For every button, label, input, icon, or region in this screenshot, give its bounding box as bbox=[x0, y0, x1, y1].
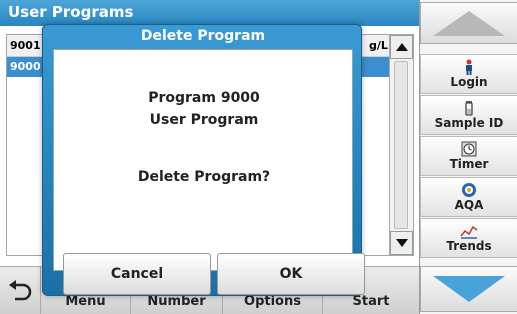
aqa-label: AQA bbox=[454, 198, 484, 212]
list-item-number: 9000 bbox=[10, 60, 41, 73]
scroll-down-button[interactable] bbox=[390, 231, 413, 255]
trends-button[interactable]: Trends bbox=[420, 218, 517, 258]
sample-id-label: Sample ID bbox=[434, 116, 504, 130]
arrow-up-icon bbox=[395, 43, 408, 51]
page-title: User Programs bbox=[8, 3, 134, 21]
aqa-button[interactable]: AQA bbox=[420, 177, 517, 217]
timer-button[interactable]: Timer bbox=[420, 136, 517, 176]
delete-program-dialog: Delete Program Program 9000 User Program… bbox=[42, 24, 365, 296]
dialog-program-number: Program 9000 bbox=[148, 90, 260, 106]
list-header-unit: g/L bbox=[369, 39, 388, 52]
person-icon bbox=[463, 59, 475, 75]
vial-icon bbox=[463, 100, 475, 116]
login-label: Login bbox=[450, 75, 488, 89]
sidebar: Login Sample ID Timer AQA Trends bbox=[419, 0, 517, 314]
arrow-down-icon bbox=[395, 239, 408, 247]
ok-button[interactable]: OK bbox=[217, 253, 365, 295]
scroll-track[interactable] bbox=[394, 61, 408, 229]
trends-label: Trends bbox=[446, 239, 492, 253]
aqa-icon bbox=[461, 182, 477, 198]
list-header-number: 9001 bbox=[10, 39, 41, 52]
triangle-up-icon bbox=[433, 11, 505, 36]
scroll-up-button[interactable] bbox=[390, 35, 413, 59]
sample-id-button[interactable]: Sample ID bbox=[420, 95, 517, 135]
nav-up-button[interactable] bbox=[420, 2, 517, 44]
cancel-button[interactable]: Cancel bbox=[63, 253, 211, 295]
title-bar: User Programs bbox=[0, 0, 419, 26]
dialog-title: Delete Program bbox=[140, 28, 266, 44]
dialog-body: Program 9000 User Program Delete Program… bbox=[53, 49, 353, 271]
timer-label: Timer bbox=[449, 157, 489, 171]
triangle-down-icon bbox=[433, 276, 505, 302]
back-arrow-icon bbox=[9, 280, 32, 301]
scrollbar[interactable] bbox=[389, 35, 413, 255]
dialog-program-type: User Program bbox=[149, 112, 259, 128]
timer-icon bbox=[461, 141, 477, 157]
back-button[interactable] bbox=[0, 267, 40, 314]
trends-icon bbox=[460, 223, 478, 239]
nav-down-button[interactable] bbox=[420, 266, 517, 312]
login-button[interactable]: Login bbox=[420, 54, 517, 94]
dialog-question: Delete Program? bbox=[137, 169, 271, 185]
